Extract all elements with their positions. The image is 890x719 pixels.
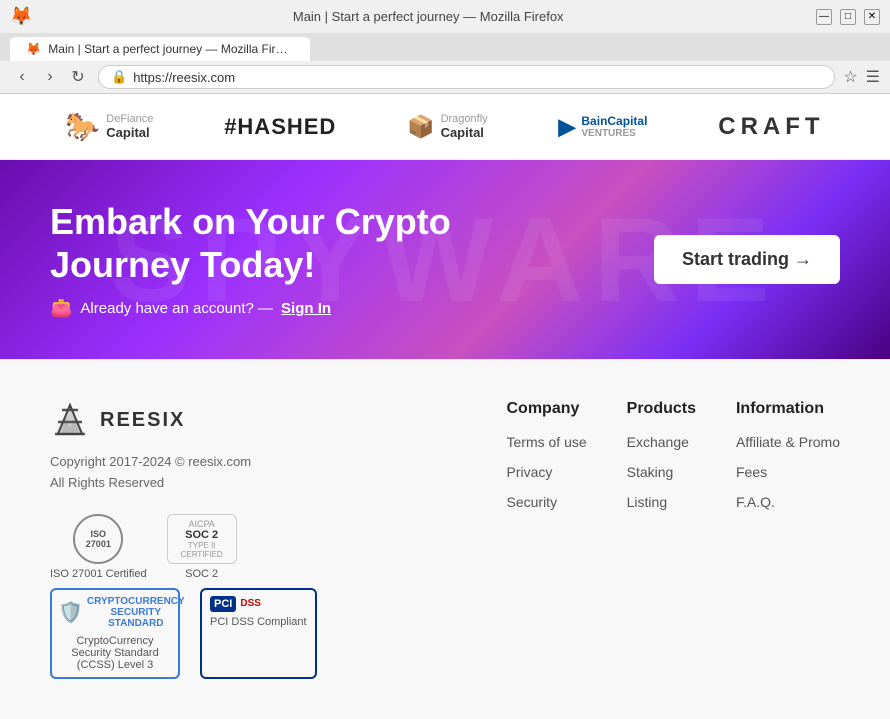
- iso-badge-icon: ISO27001: [73, 514, 123, 564]
- hero-banner: SPYWARE Embark on Your Crypto Journey To…: [0, 160, 890, 359]
- bookmark-button[interactable]: ☆: [843, 67, 857, 87]
- subtitle-text: Already have an account? —: [80, 300, 273, 317]
- reload-button[interactable]: ↻: [66, 65, 90, 89]
- pci-badge-label: PCI DSS Compliant: [210, 616, 307, 628]
- maximize-button[interactable]: □: [840, 9, 856, 25]
- start-trading-button[interactable]: Start trading →: [654, 235, 840, 284]
- hero-subtitle: 👛 Already have an account? — Sign In: [50, 298, 550, 319]
- investor-dragonfly: 📦 Dragonfly Capital: [407, 113, 487, 140]
- fees-link[interactable]: Fees: [736, 464, 767, 480]
- investor-bain: ▶ BainCapital VENTURES: [558, 114, 647, 140]
- signin-link[interactable]: Sign In: [281, 300, 331, 317]
- lock-icon: 🔒: [111, 69, 127, 85]
- dragonfly-icon: 📦: [407, 114, 434, 140]
- window-controls: — □ ✕: [816, 9, 880, 25]
- exchange-link[interactable]: Exchange: [627, 434, 689, 450]
- footer-left: REESIX Copyright 2017-2024 © reesix.com …: [50, 400, 330, 679]
- hero-content: Embark on Your Crypto Journey Today! 👛 A…: [50, 200, 550, 319]
- tab-title-text: Main | Start a perfect journey — Mozilla…: [48, 42, 298, 56]
- security-badges: 🛡️ CRYPTOCURRENCYSECURITY STANDARD Crypt…: [50, 588, 330, 679]
- security-link[interactable]: Security: [507, 494, 558, 510]
- staking-link[interactable]: Staking: [627, 464, 674, 480]
- page-content: 🐎 DeFiance Capital #HASHED 📦 Dragonfly C…: [0, 94, 890, 719]
- tab-title: Main | Start a perfect journey — Mozilla…: [40, 9, 816, 24]
- back-button[interactable]: ‹: [10, 65, 34, 89]
- iso-badge-label: ISO 27001 Certified: [50, 568, 147, 580]
- terms-link[interactable]: Terms of use: [507, 434, 587, 450]
- cert-badges: ISO27001 ISO 27001 Certified AICPA SOC 2…: [50, 514, 330, 580]
- craft-logo-text: CRAFT: [718, 113, 824, 141]
- faq-link[interactable]: F.A.Q.: [736, 494, 775, 510]
- investor-craft: CRAFT: [718, 113, 824, 141]
- soc2-badge-label: SOC 2: [167, 568, 237, 580]
- investors-bar: 🐎 DeFiance Capital #HASHED 📦 Dragonfly C…: [0, 94, 890, 160]
- investor-defiance: 🐎 DeFiance Capital: [65, 110, 153, 143]
- bain-icon: ▶: [558, 114, 575, 140]
- url-text: https://reesix.com: [133, 70, 235, 85]
- hero-title: Embark on Your Crypto Journey Today!: [50, 200, 550, 286]
- reesix-logo-icon: [50, 400, 90, 440]
- information-heading: Information: [736, 400, 840, 418]
- footer-col-products: Products Exchange Staking Listing: [627, 400, 696, 679]
- footer: REESIX Copyright 2017-2024 © reesix.com …: [0, 359, 890, 719]
- pci-badge: PCI DSS PCI DSS Compliant: [200, 588, 317, 679]
- listing-link[interactable]: Listing: [627, 494, 667, 510]
- wallet-icon: 👛: [50, 298, 72, 319]
- company-heading: Company: [507, 400, 587, 418]
- products-heading: Products: [627, 400, 696, 418]
- footer-logo-text: REESIX: [100, 409, 185, 432]
- minimize-button[interactable]: —: [816, 9, 832, 25]
- ccss-badge: 🛡️ CRYPTOCURRENCYSECURITY STANDARD Crypt…: [50, 588, 180, 679]
- footer-links: Company Terms of use Privacy Security Pr…: [370, 400, 840, 679]
- firefox-icon: 🦊: [10, 6, 32, 27]
- menu-button[interactable]: ☰: [866, 67, 880, 87]
- footer-logo: REESIX: [50, 400, 330, 440]
- footer-col-information: Information Affiliate & Promo Fees F.A.Q…: [736, 400, 840, 679]
- footer-col-company: Company Terms of use Privacy Security: [507, 400, 587, 679]
- forward-button[interactable]: ›: [38, 65, 62, 89]
- ccss-icon: 🛡️: [58, 600, 83, 625]
- defiance-icon: 🐎: [65, 110, 100, 143]
- ccss-label: CryptoCurrency Security Standard (CCSS) …: [58, 635, 172, 671]
- investor-hashed: #HASHED: [224, 114, 336, 140]
- close-button[interactable]: ✕: [864, 9, 880, 25]
- tab-icon: 🦊: [26, 42, 41, 56]
- address-bar[interactable]: 🔒 https://reesix.com: [98, 65, 835, 89]
- hashed-logo-text: #HASHED: [224, 114, 336, 140]
- privacy-link[interactable]: Privacy: [507, 464, 553, 480]
- soc2-badge: AICPA SOC 2 TYPE II CERTIFIED SOC 2: [167, 514, 237, 580]
- iso-badge: ISO27001 ISO 27001 Certified: [50, 514, 147, 580]
- footer-copyright: Copyright 2017-2024 © reesix.com All Rig…: [50, 452, 330, 494]
- affiliate-promo-link[interactable]: Affiliate & Promo: [736, 434, 840, 450]
- browser-tab[interactable]: 🦊 Main | Start a perfect journey — Mozil…: [10, 37, 310, 61]
